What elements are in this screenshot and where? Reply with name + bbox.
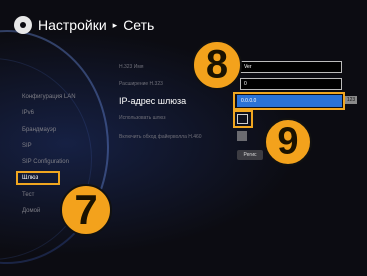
sidebar-item-firewall[interactable]: Брандмауэр [22, 127, 56, 133]
step-badge-7: 7 [60, 184, 112, 236]
h323-name-label: H.323 Имя [119, 64, 144, 70]
sidebar-item-ipv6[interactable]: IPv6 [22, 110, 34, 116]
sidebar-item-test[interactable]: Тест [22, 192, 34, 198]
gateway-highlight [16, 171, 60, 185]
use-gateway-label: Использовать шлюз [119, 115, 166, 121]
step-badge-8: 8 [192, 40, 242, 90]
h323-ext-field[interactable]: 0 [240, 78, 342, 90]
step-9-label: 9 [277, 120, 299, 163]
sidebar-item-sip-config[interactable]: SIP Configuration [22, 159, 69, 165]
h323-ext-label: Расширение H.323 [119, 81, 163, 87]
gateway-ip-label: IP-адрес шлюза [119, 96, 187, 106]
sidebar-item-sip[interactable]: SIP [22, 143, 32, 149]
step-8-label: 8 [205, 42, 229, 87]
settings-screen: Настройки ▸ Сеть Конфигурация LAN IPv6 Б… [0, 0, 367, 276]
breadcrumb-arrow: ▸ [112, 19, 118, 30]
use-gateway-checkbox[interactable] [237, 114, 248, 124]
h460-label: Включить обход файерволла H.460 [119, 134, 202, 140]
step-7-label: 7 [74, 186, 98, 233]
keyboard-hint-icon[interactable]: 123 [345, 96, 357, 104]
gateway-ip-field[interactable]: 0.0.0.0 [237, 95, 342, 107]
sidebar-item-home[interactable]: Домой [22, 208, 40, 214]
h323-name-field[interactable]: Ver [240, 61, 342, 73]
h460-checkbox[interactable] [237, 131, 247, 141]
step-badge-9: 9 [264, 118, 312, 166]
sidebar-item-lan[interactable]: Конфигурация LAN [22, 94, 76, 100]
register-button[interactable]: Регис [237, 150, 263, 160]
page-title: Настройки [38, 17, 107, 33]
breadcrumb-section: Сеть [123, 17, 155, 33]
gear-icon [14, 16, 32, 34]
header: Настройки ▸ Сеть [14, 14, 154, 36]
